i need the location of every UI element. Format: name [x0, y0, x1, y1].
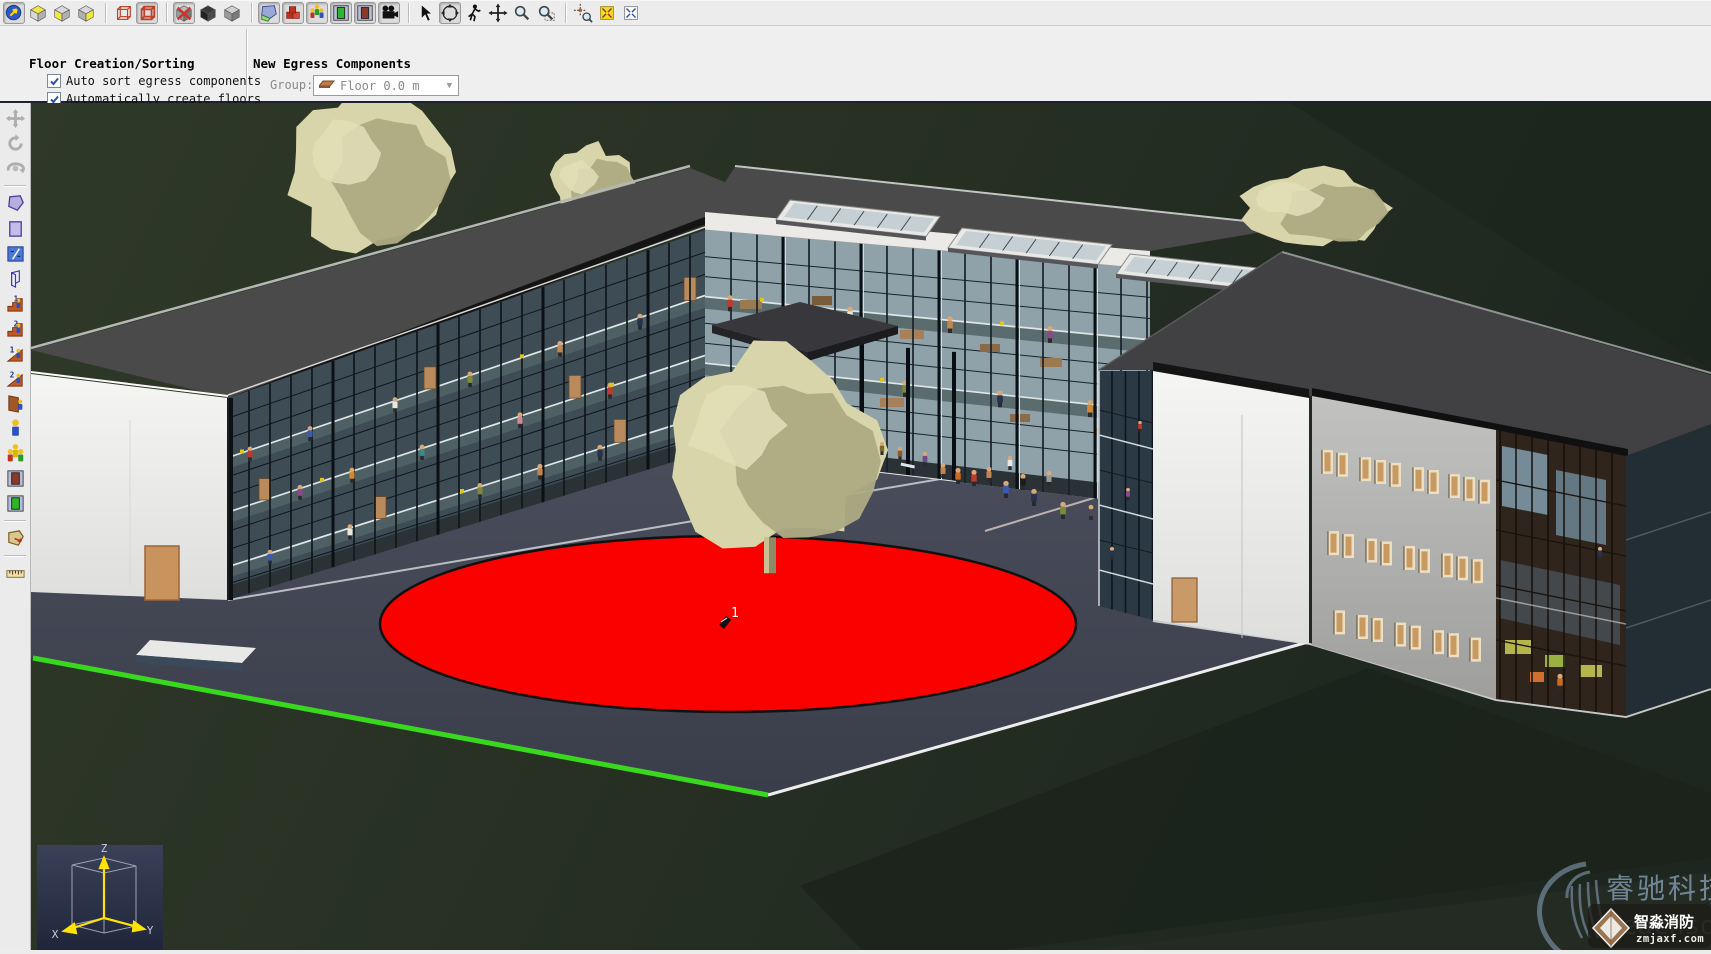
walk-tool[interactable] — [463, 2, 485, 24]
shaded-mode-tool[interactable] — [221, 2, 243, 24]
toolbar-separator — [101, 3, 110, 23]
occupant-zone-red[interactable] — [380, 536, 1076, 712]
view-front-tool[interactable] — [51, 2, 73, 24]
zoom-point-tool[interactable] — [572, 2, 594, 24]
toolbar-separator — [162, 3, 171, 23]
badge-url: zmjaxf.com — [1636, 933, 1704, 945]
toolbar-separator — [404, 3, 413, 23]
outline-mode-tool[interactable] — [136, 2, 158, 24]
company-badge: 智淼消防 zmjaxf.com — [1588, 904, 1711, 948]
pan-view-tool[interactable] — [3, 107, 27, 129]
axis-z-label: Z — [101, 842, 108, 855]
reset-view-tool[interactable] — [620, 2, 642, 24]
show-exits-toggle[interactable] — [330, 2, 352, 24]
measure-region-tool[interactable] — [3, 527, 27, 549]
select-object-tool[interactable] — [3, 2, 25, 24]
hide-selection-tool[interactable] — [173, 2, 195, 24]
zoom-fit-tool[interactable] — [596, 2, 618, 24]
stairs-one-point-tool[interactable]: 1 — [3, 292, 27, 314]
show-occupants-toggle[interactable] — [306, 2, 328, 24]
show-cameras-toggle[interactable] — [378, 2, 400, 24]
watermark-title: 睿驰科技 — [1606, 872, 1711, 905]
add-occupant-tool[interactable] — [3, 417, 27, 439]
zoom-box-tool[interactable] — [535, 2, 557, 24]
exterior-door — [1172, 578, 1197, 622]
egress-panel-title: New Egress Components — [253, 56, 411, 71]
auto-sort-label: Auto sort egress components — [66, 74, 261, 88]
rectangle-room-tool[interactable] — [3, 217, 27, 239]
axis-x-label: X — [52, 928, 59, 941]
zone-marker-label: 1 — [731, 606, 739, 621]
interior-door-tool[interactable] — [3, 492, 27, 514]
view-top-tool[interactable] — [27, 2, 49, 24]
axis-gizmo: Z X Y — [37, 842, 163, 950]
sidebar-separator — [4, 555, 26, 557]
toolbar-separator — [247, 3, 256, 23]
glass-facade-side — [1626, 424, 1711, 716]
badge-title: 智淼消防 — [1634, 913, 1694, 931]
stairs-two-point-tool[interactable]: 2 — [3, 317, 27, 339]
axis-y-label: Y — [147, 924, 154, 937]
polygon-room-tool[interactable] — [3, 192, 27, 214]
svg-text:1: 1 — [9, 345, 14, 354]
svg-text:2: 2 — [9, 370, 14, 379]
solid-mode-tool[interactable] — [197, 2, 219, 24]
occupant-door-tool[interactable] — [3, 392, 27, 414]
show-terrain-toggle[interactable] — [258, 2, 280, 24]
ruler-tool[interactable] — [3, 562, 27, 584]
ribbon-panel: Floor Creation/Sorting Auto sort egress … — [0, 26, 1711, 103]
floor-slab-icon — [319, 79, 335, 93]
ribbon-separator — [246, 29, 248, 98]
sidebar-separator — [4, 185, 26, 187]
sidebar-separator — [4, 520, 26, 522]
svg-text:2: 2 — [13, 319, 18, 328]
main-toolbar — [0, 0, 1711, 26]
extrude-tool[interactable] — [3, 267, 27, 289]
occupant-group-tool[interactable] — [3, 442, 27, 464]
rotate-view-tool[interactable] — [3, 132, 27, 154]
svg-text:1: 1 — [13, 294, 18, 303]
group-value: Floor 0.0 m — [340, 79, 419, 93]
viewport-3d[interactable]: 1 Z X Y 睿驰科技 Reachsoft — [31, 103, 1711, 950]
zoom-tool[interactable] — [511, 2, 533, 24]
tool-sidebar: 1 2 1 2 — [0, 103, 31, 950]
group-label: Group: — [270, 78, 313, 92]
show-doors-toggle[interactable] — [354, 2, 376, 24]
ramp-one-point-tool[interactable]: 1 — [3, 342, 27, 364]
orbit-tool[interactable] — [439, 2, 461, 24]
group-dropdown[interactable]: Floor 0.0 m ▼ — [313, 75, 459, 96]
exit-door-tool[interactable] — [3, 467, 27, 489]
orbit-view-tool[interactable] — [3, 157, 27, 179]
toolbar-separator — [561, 3, 570, 23]
view-side-tool[interactable] — [75, 2, 97, 24]
ramp-two-point-tool[interactable]: 2 — [3, 367, 27, 389]
wireframe-mode-tool[interactable] — [112, 2, 134, 24]
show-obstructions-toggle[interactable] — [282, 2, 304, 24]
checkbox-check-icon — [47, 74, 61, 88]
select-tool[interactable] — [415, 2, 437, 24]
auto-sort-checkbox[interactable]: Auto sort egress components — [47, 74, 261, 88]
thin-wall-tool[interactable] — [3, 242, 27, 264]
chevron-down-icon: ▼ — [447, 81, 452, 91]
floor-panel-title: Floor Creation/Sorting — [29, 56, 195, 71]
pan-tool[interactable] — [487, 2, 509, 24]
exterior-door — [145, 546, 179, 600]
